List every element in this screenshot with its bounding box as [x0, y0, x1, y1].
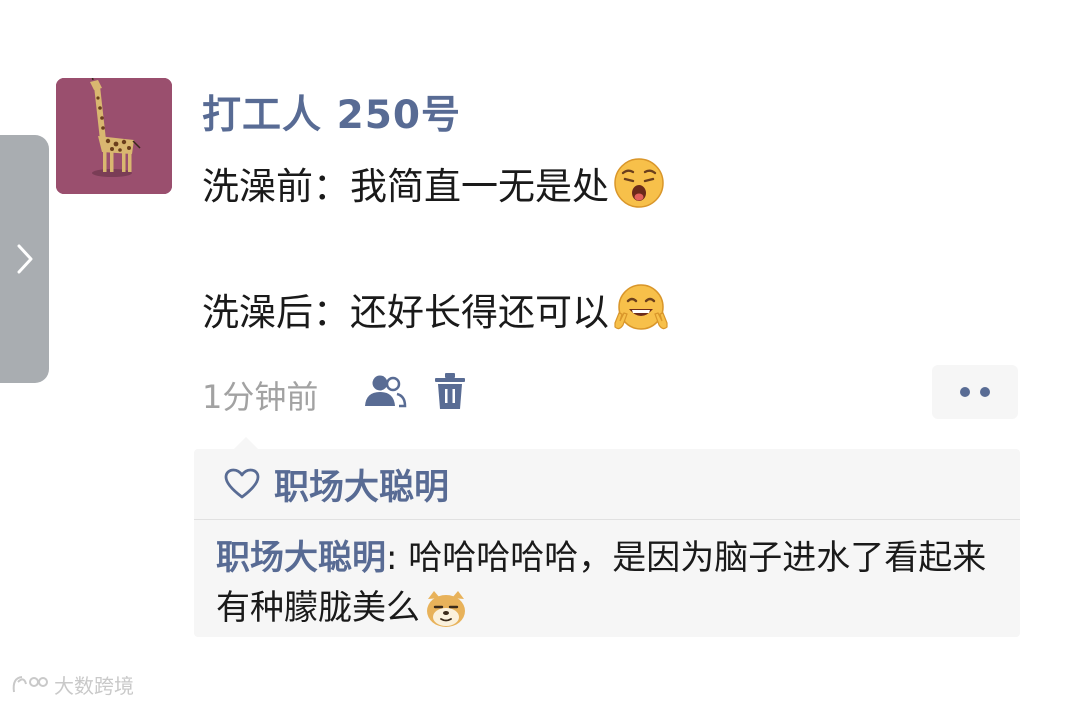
likes-row: 职场大聪明 [194, 449, 1020, 520]
peace-face-emoji-icon [613, 283, 669, 335]
more-dot-icon [980, 387, 990, 397]
chevron-right-icon [17, 244, 32, 274]
post-timestamp: 1分钟前 [202, 378, 319, 416]
post-text-line-1: 洗澡前：我简直一无是处 [202, 156, 665, 210]
post-text-line-2: 洗澡后：还好长得还可以 [202, 282, 669, 336]
likes-comments-panel: 职场大聪明 职场大聪明: 哈哈哈哈哈，是因为脑子进水了看起来有种朦胧美么 [194, 437, 1020, 637]
comment-item[interactable]: 职场大聪明: 哈哈哈哈哈，是因为脑子进水了看起来有种朦胧美么 [216, 533, 1006, 635]
trash-icon[interactable] [433, 373, 467, 411]
side-expand-tab[interactable] [0, 135, 49, 383]
liker-name[interactable]: 职场大聪明 [274, 459, 449, 510]
watermark-logo-icon [12, 675, 48, 692]
avatar[interactable] [56, 78, 172, 194]
giraffe-avatar-image [56, 78, 172, 194]
watermark: 大数跨境 [10, 670, 134, 699]
post-text-line-1-content: 洗澡前：我简直一无是处 [202, 165, 609, 208]
comment-separator: : [386, 538, 409, 578]
more-dot-icon [960, 387, 970, 397]
more-options-button[interactable] [932, 365, 1018, 419]
friends-visibility-icon[interactable] [363, 374, 407, 410]
doge-emoji-icon [424, 585, 468, 635]
heart-icon [224, 468, 260, 499]
comment-author[interactable]: 职场大聪明 [216, 538, 386, 578]
watermark-text: 大数跨境 [54, 674, 134, 698]
yawning-face-emoji-icon [613, 157, 665, 209]
post-username[interactable]: 打工人 250号 [202, 84, 461, 140]
post-text-line-2-content: 洗澡后：还好长得还可以 [202, 291, 609, 334]
